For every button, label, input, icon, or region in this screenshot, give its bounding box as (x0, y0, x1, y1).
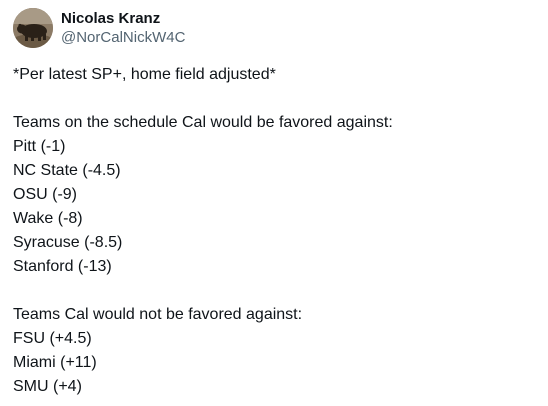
tweet-text: *Per latest SP+, home field adjusted* Te… (13, 63, 533, 399)
tweet-header: Nicolas Kranz @NorCalNickW4C (13, 7, 185, 49)
tweet: Nicolas Kranz @NorCalNickW4C *Per latest… (0, 0, 548, 406)
tweet-intro: *Per latest SP+, home field adjusted* (13, 66, 276, 83)
favored-item: OSU (-9) (13, 186, 77, 203)
bear-photo-icon (13, 8, 53, 48)
not-favored-item: Miami (+11) (13, 354, 97, 371)
favored-item: Stanford (-13) (13, 258, 112, 275)
author-names: Nicolas Kranz @NorCalNickW4C (61, 9, 185, 47)
not-favored-item: FSU (+4.5) (13, 330, 92, 347)
favored-item: Pitt (-1) (13, 138, 66, 155)
author-handle[interactable]: @NorCalNickW4C (61, 28, 185, 47)
favored-item: Syracuse (-8.5) (13, 234, 123, 251)
favored-item: NC State (-4.5) (13, 162, 121, 179)
not-favored-item: SMU (+4) (13, 378, 82, 395)
avatar[interactable] (13, 8, 53, 48)
author-display-name[interactable]: Nicolas Kranz (61, 9, 185, 28)
favored-heading: Teams on the schedule Cal would be favor… (13, 114, 393, 131)
not-favored-heading: Teams Cal would not be favored against: (13, 306, 303, 323)
favored-item: Wake (-8) (13, 210, 83, 227)
